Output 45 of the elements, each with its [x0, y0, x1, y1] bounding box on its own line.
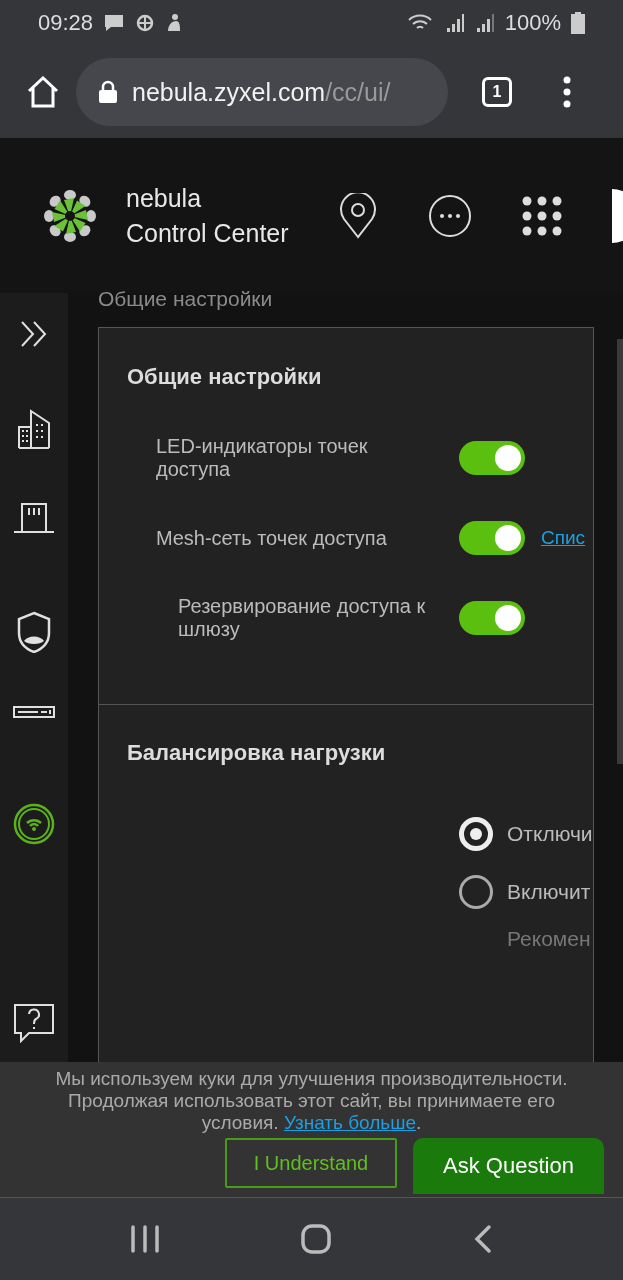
- hint-text: Рекомен: [506, 927, 592, 951]
- brand-name: nebula: [126, 182, 203, 214]
- menu-icon[interactable]: [562, 76, 572, 108]
- more-icon[interactable]: [428, 193, 472, 238]
- tab-count[interactable]: 1: [482, 77, 512, 107]
- radio-label: Включит: [507, 880, 591, 904]
- switch-icon: [13, 705, 55, 718]
- signal-icon: [474, 13, 495, 33]
- address-bar[interactable]: nebula.zyxel.com/cc/ui/: [76, 58, 448, 126]
- lock-icon: [98, 80, 118, 104]
- back-icon[interactable]: [472, 1224, 493, 1254]
- gateway-icon: [13, 501, 55, 534]
- ask-question-button[interactable]: Ask Question: [413, 1138, 604, 1194]
- radio-label: Отключи: [507, 822, 593, 846]
- home-icon[interactable]: [300, 1223, 333, 1255]
- building-icon: [17, 408, 51, 449]
- location-pin-icon[interactable]: [338, 192, 378, 239]
- wifi-icon: [13, 802, 55, 845]
- expand-icon: [19, 319, 49, 349]
- understand-button[interactable]: I Understand: [225, 1138, 397, 1188]
- cookie-notice: Мы используем куки для улучшения производительности. Продолжая использовать этот сайт, вы принимаете его условия. Узнать больше.: [54, 1068, 569, 1134]
- setting-label: LED-индикаторы точек доступа: [156, 435, 369, 481]
- apps-grid-icon[interactable]: [522, 195, 562, 236]
- battery-percent: 100%: [504, 10, 561, 36]
- radio-button[interactable]: [459, 875, 493, 909]
- list-link[interactable]: Спис: [541, 527, 586, 549]
- setting-label: Mesh-сеть точек доступа: [156, 526, 388, 550]
- shield-icon: [16, 611, 52, 654]
- signal-icon: [444, 13, 465, 33]
- section-title: Общие настройки: [127, 364, 323, 390]
- learn-more-link[interactable]: Узнать больше: [283, 1112, 416, 1133]
- recent-apps-icon[interactable]: [130, 1225, 161, 1253]
- logo-icon: [42, 187, 98, 244]
- fan-icon: [135, 13, 156, 33]
- clock: 09:28: [38, 10, 94, 36]
- breadcrumb: Общие настройки: [98, 287, 274, 312]
- toggle-switch[interactable]: [459, 441, 525, 475]
- toggle-switch[interactable]: [459, 601, 525, 635]
- battery-icon: [571, 12, 585, 34]
- section-title: Балансировка нагрузки: [127, 740, 387, 766]
- help-icon: [13, 1002, 55, 1043]
- message-icon: [103, 13, 126, 33]
- brand-subtitle: Control Center: [126, 217, 289, 249]
- toggle-switch[interactable]: [459, 521, 525, 555]
- setting-label: Резервирование доступа к шлюзу: [178, 595, 427, 641]
